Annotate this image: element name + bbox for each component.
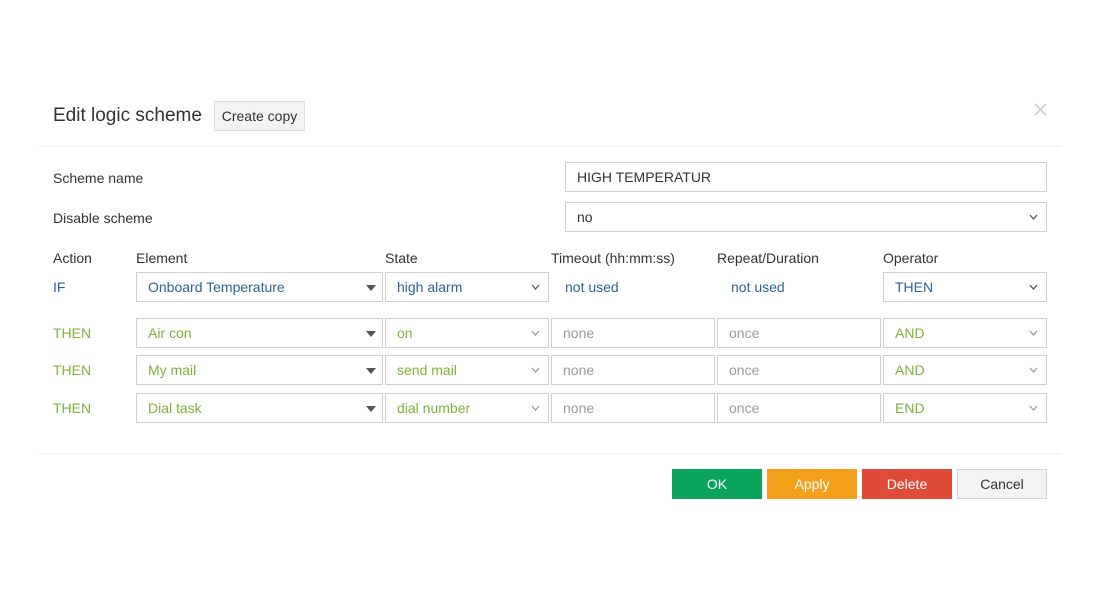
create-copy-button[interactable]: Create copy: [214, 101, 305, 131]
cancel-button[interactable]: Cancel: [957, 469, 1047, 499]
then-element-select[interactable]: Air con: [136, 318, 383, 348]
then-action-label: THEN: [53, 400, 92, 416]
disable-scheme-value: no: [577, 209, 593, 225]
chevron-down-icon: [1029, 367, 1038, 373]
if-operator-value: THEN: [895, 279, 934, 295]
chevron-down-icon: [1029, 405, 1038, 411]
then-state-value: on: [397, 325, 413, 341]
then-operator-value: END: [895, 400, 925, 416]
if-action-label: IF: [53, 279, 66, 295]
scheme-name-input[interactable]: [565, 162, 1047, 192]
caret-down-icon: [366, 368, 376, 374]
disable-scheme-label: Disable scheme: [53, 210, 153, 226]
delete-button[interactable]: Delete: [862, 469, 952, 499]
then-element-value: Dial task: [148, 400, 202, 416]
then-timeout-input[interactable]: none: [551, 318, 715, 348]
then-state-select[interactable]: dial number: [385, 393, 549, 423]
chevron-down-icon: [531, 330, 540, 336]
column-header-operator: Operator: [883, 250, 939, 266]
then-operator-select[interactable]: AND: [883, 355, 1047, 385]
then-state-select[interactable]: on: [385, 318, 549, 348]
if-timeout-value: not used: [565, 279, 619, 295]
chevron-down-icon: [531, 284, 540, 290]
if-element-select[interactable]: Onboard Temperature: [136, 272, 383, 302]
column-header-element: Element: [136, 250, 188, 266]
then-state-select[interactable]: send mail: [385, 355, 549, 385]
scheme-name-label: Scheme name: [53, 170, 144, 186]
caret-down-icon: [366, 406, 376, 412]
column-header-timeout: Timeout (hh:mm:ss): [551, 250, 675, 266]
apply-button[interactable]: Apply: [767, 469, 857, 499]
close-icon[interactable]: [1033, 102, 1048, 117]
then-repeat-value: once: [729, 362, 760, 378]
dialog-title: Edit logic scheme: [53, 105, 202, 126]
chevron-down-icon: [531, 367, 540, 373]
then-action-label: THEN: [53, 325, 92, 341]
footer-divider: [38, 453, 1061, 454]
then-element-select[interactable]: Dial task: [136, 393, 383, 423]
column-header-state: State: [385, 250, 418, 266]
then-repeat-input[interactable]: once: [717, 393, 881, 423]
then-timeout-input[interactable]: none: [551, 393, 715, 423]
then-repeat-value: once: [729, 400, 760, 416]
then-repeat-input[interactable]: once: [717, 355, 881, 385]
then-timeout-value: none: [563, 400, 595, 416]
if-repeat-value: not used: [731, 279, 785, 295]
caret-down-icon: [366, 285, 376, 291]
then-element-value: Air con: [148, 325, 192, 341]
column-header-repeat: Repeat/Duration: [717, 250, 819, 266]
if-element-value: Onboard Temperature: [148, 279, 285, 295]
header-divider: [38, 146, 1061, 147]
then-state-value: send mail: [397, 362, 457, 378]
column-header-action: Action: [53, 250, 92, 266]
ok-button[interactable]: OK: [672, 469, 762, 499]
if-state-value: high alarm: [397, 279, 463, 295]
then-repeat-input[interactable]: once: [717, 318, 881, 348]
then-timeout-input[interactable]: none: [551, 355, 715, 385]
chevron-down-icon: [1029, 330, 1038, 336]
if-state-select[interactable]: high alarm: [385, 272, 549, 302]
then-state-value: dial number: [397, 400, 471, 416]
then-operator-value: AND: [895, 362, 925, 378]
disable-scheme-select[interactable]: no: [565, 202, 1047, 232]
if-operator-select[interactable]: THEN: [883, 272, 1047, 302]
chevron-down-icon: [1029, 214, 1038, 220]
then-element-value: My mail: [148, 362, 197, 378]
then-timeout-value: none: [563, 362, 595, 378]
then-repeat-value: once: [729, 325, 760, 341]
then-element-select[interactable]: My mail: [136, 355, 383, 385]
then-action-label: THEN: [53, 362, 92, 378]
then-operator-value: AND: [895, 325, 925, 341]
chevron-down-icon: [1029, 284, 1038, 290]
chevron-down-icon: [531, 405, 540, 411]
then-timeout-value: none: [563, 325, 595, 341]
then-operator-select[interactable]: END: [883, 393, 1047, 423]
caret-down-icon: [366, 331, 376, 337]
then-operator-select[interactable]: AND: [883, 318, 1047, 348]
